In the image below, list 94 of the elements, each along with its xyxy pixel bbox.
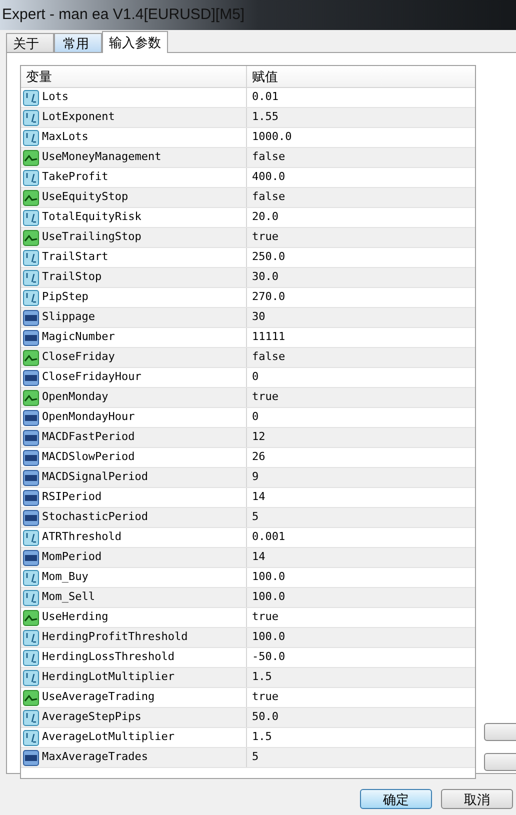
parameter-value[interactable]: 0 — [252, 409, 259, 426]
fraction-icon — [23, 90, 39, 106]
fraction-icon — [23, 630, 39, 646]
column-header[interactable]: 变量 — [21, 66, 247, 87]
parameter-value[interactable]: 1000.0 — [252, 129, 292, 146]
side-button[interactable] — [484, 723, 516, 741]
parameter-name: MagicNumber — [42, 329, 115, 346]
column-header[interactable]: 赋值 — [247, 66, 475, 87]
parameter-value[interactable]: 30.0 — [252, 269, 278, 286]
parameter-name: HerdingProfitThreshold — [42, 629, 188, 646]
fraction-icon — [23, 170, 39, 186]
parameter-value[interactable]: 50.0 — [252, 709, 278, 726]
parameter-name: MaxAverageTrades — [42, 749, 148, 766]
fraction-icon — [23, 110, 39, 126]
cancel-button[interactable]: 取消 — [441, 789, 513, 809]
parameter-name: UseTrailingStop — [42, 229, 142, 246]
fraction-icon — [23, 530, 39, 546]
parameter-name: UseHerding — [42, 609, 108, 626]
parameter-name: HerdingLotMultiplier — [42, 669, 174, 686]
parameter-value[interactable]: 5 — [252, 509, 259, 526]
parameter-name: AverageStepPips — [42, 709, 142, 726]
parameter-value[interactable]: false — [252, 349, 286, 366]
parameter-name: MomPeriod — [42, 549, 102, 566]
parameter-value[interactable]: 100.0 — [252, 569, 286, 586]
parameter-value[interactable]: 30 — [252, 309, 266, 326]
fraction-icon — [23, 730, 39, 746]
fraction-icon — [23, 130, 39, 146]
parameter-value[interactable]: 12 — [252, 429, 266, 446]
parameter-name: Lots — [42, 89, 68, 106]
parameter-value[interactable]: true — [252, 689, 278, 706]
tab[interactable]: 常用 — [54, 33, 102, 52]
parameter-name: Slippage — [42, 309, 95, 326]
parameter-value[interactable]: 1.55 — [252, 109, 278, 126]
parameter-name: StochasticPeriod — [42, 509, 148, 526]
parameter-value[interactable]: true — [252, 609, 278, 626]
parameter-name: MACDFastPeriod — [42, 429, 135, 446]
parameter-name: UseMoneyManagement — [42, 149, 162, 166]
parameter-name: CloseFriday — [42, 349, 115, 366]
parameter-value[interactable]: 250.0 — [252, 249, 286, 266]
parameter-value[interactable]: 270.0 — [252, 289, 286, 306]
parameter-name: CloseFridayHour — [42, 369, 142, 386]
side-button[interactable] — [484, 753, 516, 771]
parameter-name: OpenMondayHour — [42, 409, 135, 426]
parameter-name: LotExponent — [42, 109, 115, 126]
parameter-value[interactable]: 100.0 — [252, 589, 286, 606]
fraction-icon — [23, 210, 39, 226]
parameter-value[interactable]: 14 — [252, 549, 266, 566]
fraction-icon — [23, 650, 39, 666]
parameter-value[interactable]: 100.0 — [252, 629, 286, 646]
parameter-value[interactable]: 9 — [252, 469, 259, 486]
parameter-name: MaxLots — [42, 129, 88, 146]
parameter-name: Mom_Buy — [42, 569, 88, 586]
parameter-name: MACDSlowPeriod — [42, 449, 135, 466]
parameter-name: MACDSignalPeriod — [42, 469, 148, 486]
parameter-name: ATRThreshold — [42, 529, 122, 546]
parameter-name: TrailStop — [42, 269, 102, 286]
parameter-name: PipStep — [42, 289, 88, 306]
parameter-name: RSIPeriod — [42, 489, 102, 506]
parameter-value[interactable]: true — [252, 389, 278, 406]
fraction-icon — [23, 290, 39, 306]
ok-button[interactable]: 确定 — [360, 789, 432, 809]
parameter-name: UseAverageTrading — [42, 689, 155, 706]
fraction-icon — [23, 670, 39, 686]
parameter-value[interactable]: 20.0 — [252, 209, 278, 226]
tab[interactable]: 输入参数 — [102, 31, 168, 53]
parameter-value[interactable]: 400.0 — [252, 169, 286, 186]
parameter-value[interactable]: true — [252, 229, 278, 246]
parameter-name: TotalEquityRisk — [42, 209, 142, 226]
fraction-icon — [23, 270, 39, 286]
parameter-value[interactable]: 11111 — [252, 329, 286, 346]
parameter-value[interactable]: 0.001 — [252, 529, 286, 546]
parameter-value[interactable]: -50.0 — [252, 649, 286, 666]
parameter-name: AverageLotMultiplier — [42, 729, 174, 746]
parameter-name: TakeProfit — [42, 169, 108, 186]
parameter-name: Mom_Sell — [42, 589, 95, 606]
parameter-value[interactable]: 26 — [252, 449, 266, 466]
fraction-icon — [23, 710, 39, 726]
parameter-value[interactable]: 14 — [252, 489, 266, 506]
parameter-value[interactable]: 5 — [252, 749, 259, 766]
fraction-icon — [23, 250, 39, 266]
parameter-value[interactable]: 0.01 — [252, 89, 278, 106]
tab[interactable]: 关于 — [6, 33, 54, 52]
parameter-value[interactable]: false — [252, 189, 286, 206]
parameter-value[interactable]: 0 — [252, 369, 259, 386]
parameter-value[interactable]: 1.5 — [252, 729, 272, 746]
parameter-name: HerdingLossThreshold — [42, 649, 174, 666]
parameter-name: UseEquityStop — [42, 189, 128, 206]
parameter-name: OpenMonday — [42, 389, 108, 406]
parameter-value[interactable]: 1.5 — [252, 669, 272, 686]
fraction-icon — [23, 570, 39, 586]
parameter-name: TrailStart — [42, 249, 108, 266]
window-title: Expert - man ea V1.4[EURUSD][M5] — [2, 4, 245, 25]
parameter-value[interactable]: false — [252, 149, 286, 166]
fraction-icon — [23, 590, 39, 606]
